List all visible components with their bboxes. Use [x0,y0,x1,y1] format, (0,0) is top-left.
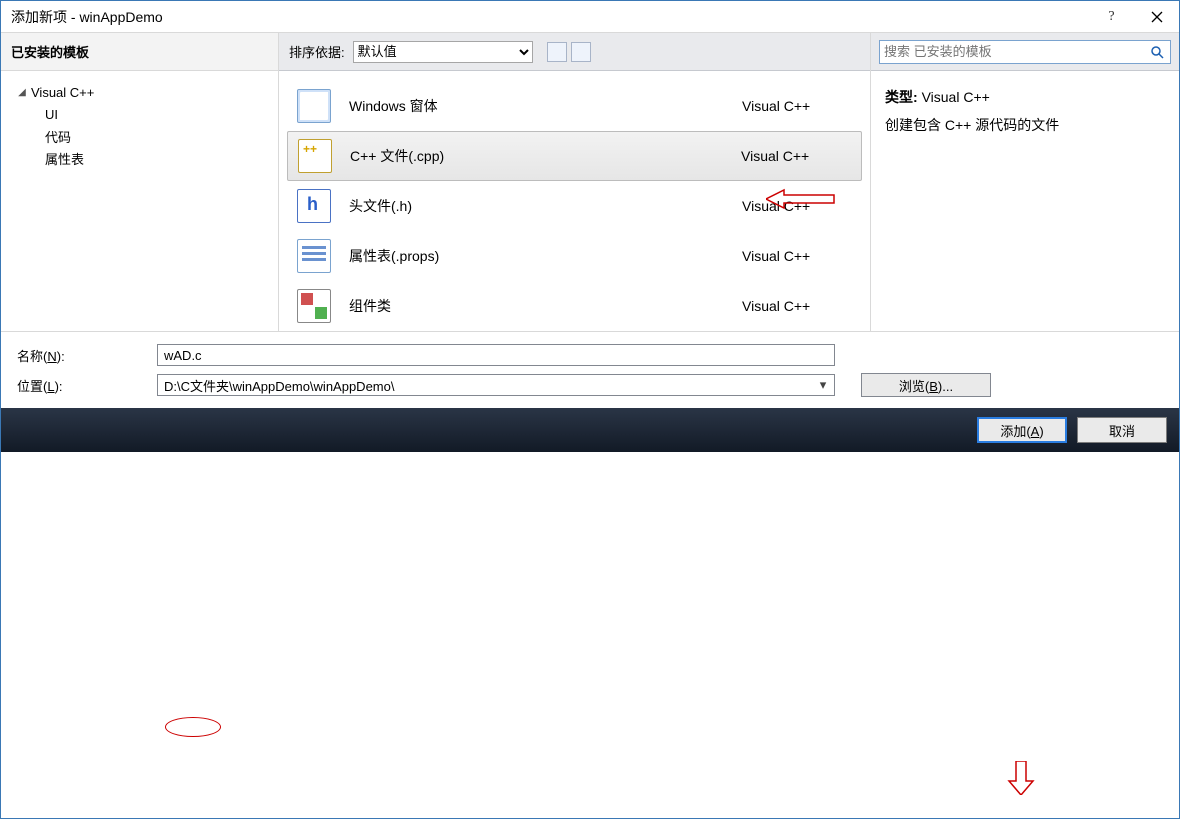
cpp-file-icon [298,139,332,173]
location-input[interactable] [157,374,835,396]
template-name: C++ 文件(.cpp) [350,146,741,166]
tree-node-label: Visual C++ [29,85,94,100]
close-button[interactable] [1134,2,1179,32]
tree-node-ui[interactable]: UI [5,103,274,125]
chevron-down-icon: ◢ [15,87,29,98]
template-item-property-sheet[interactable]: 属性表(.props) Visual C++ [287,231,862,281]
template-item-component-class[interactable]: 组件类 Visual C++ [287,281,862,331]
header-file-icon [297,189,331,223]
template-item-cpp-file[interactable]: C++ 文件(.cpp) Visual C++ [287,131,862,181]
template-category: Visual C++ [742,98,852,114]
form-icon [297,89,331,123]
sidebar-header: 已安装的模板 [1,33,278,71]
tree-node-props[interactable]: 属性表 [5,147,274,169]
annotation-arrow-down [1001,761,1041,795]
template-category: Visual C++ [742,198,852,214]
tree-node-label: 代码 [45,127,71,146]
browse-button[interactable]: 浏览(B)... [861,373,991,397]
template-tree: ◢ Visual C++ UI 代码 属性表 [1,71,278,179]
cancel-button[interactable]: 取消 [1077,417,1167,443]
template-category: Visual C++ [741,148,851,164]
template-category: Visual C++ [742,298,852,314]
view-small-icons[interactable] [571,42,591,62]
dialog-button-bar: 添加(A) 取消 [1,408,1179,452]
location-label: 位置(L): [11,376,151,395]
sort-dropdown[interactable]: 默认值 [353,41,533,63]
tree-node-code[interactable]: 代码 [5,125,274,147]
window-title: 添加新项 - winAppDemo [11,7,1089,27]
sort-toolbar: 排序依据: 默认值 [279,33,870,71]
annotation-ellipse [165,717,221,737]
template-category: Visual C++ [742,248,852,264]
name-input[interactable] [157,344,835,366]
tree-node-label: 属性表 [45,149,84,168]
search-input[interactable] [884,44,1148,59]
title-bar: 添加新项 - winAppDemo ? [1,1,1179,33]
sort-label: 排序依据: [289,42,345,61]
type-value: Visual C++ [922,89,990,105]
template-description: 创建包含 C++ 源代码的文件 [885,115,1165,135]
search-box[interactable] [879,40,1171,64]
template-item-header-file[interactable]: 头文件(.h) Visual C++ [287,181,862,231]
template-name: 属性表(.props) [349,246,742,266]
search-icon[interactable] [1148,45,1166,59]
template-name: 头文件(.h) [349,196,742,216]
tree-node-label: UI [45,107,58,122]
help-button[interactable]: ? [1089,2,1134,32]
template-name: 组件类 [349,296,742,316]
details-pane: 类型: Visual C++ 创建包含 C++ 源代码的文件 [871,33,1179,331]
tree-node-root[interactable]: ◢ Visual C++ [5,81,274,103]
template-center: 排序依据: 默认值 Windows 窗体 Visual C++ C++ 文件( [279,33,871,331]
template-item-windows-form[interactable]: Windows 窗体 Visual C++ [287,81,862,131]
view-medium-icons[interactable] [547,42,567,62]
name-label: 名称(N): [11,346,151,365]
close-icon [1151,11,1163,23]
property-sheet-icon [297,239,331,273]
template-list: Windows 窗体 Visual C++ C++ 文件(.cpp) Visua… [279,71,870,331]
file-form: 名称(N): 位置(L): ▾ 浏览(B)... [1,331,1179,408]
component-icon [297,289,331,323]
templates-sidebar: 已安装的模板 ◢ Visual C++ UI 代码 属性表 [1,33,279,331]
type-label: 类型: [885,89,918,105]
template-type-row: 类型: Visual C++ [885,87,1165,107]
add-button[interactable]: 添加(A) [977,417,1067,443]
template-name: Windows 窗体 [349,96,742,116]
